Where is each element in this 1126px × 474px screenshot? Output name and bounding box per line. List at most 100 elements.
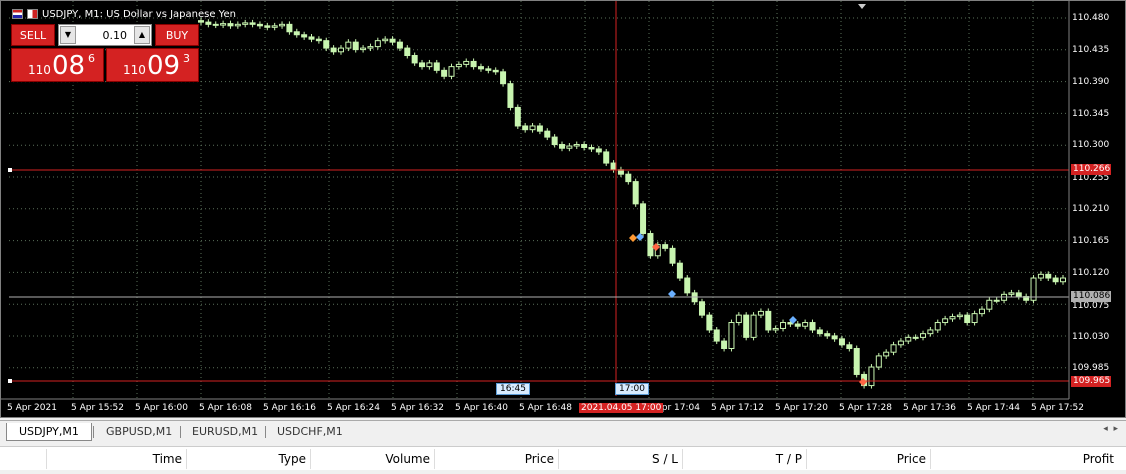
candle-body bbox=[242, 22, 249, 25]
time-axis-label: 5 Apr 16:16 bbox=[263, 403, 316, 413]
candle-body bbox=[875, 355, 882, 368]
candle-body bbox=[978, 308, 985, 315]
sell-price-button[interactable]: 110 08 6 bbox=[11, 48, 104, 82]
mt-terminal: USDJPY, M1: US Dollar vs Japanese Yen SE… bbox=[0, 0, 1126, 474]
column-divider bbox=[558, 449, 559, 469]
column-header-profit[interactable]: Profit bbox=[1083, 452, 1114, 466]
candle-body bbox=[212, 23, 219, 26]
candle-body bbox=[205, 21, 212, 25]
candle-body bbox=[374, 40, 381, 48]
candle-body bbox=[1060, 277, 1066, 283]
candle-body bbox=[323, 40, 330, 49]
candle-body bbox=[529, 125, 536, 131]
tab-gbpusd[interactable]: GBPUSD,M1 bbox=[94, 423, 184, 441]
column-divider bbox=[310, 449, 311, 469]
column-divider bbox=[434, 449, 435, 469]
time-axis-label: 5 Apr 16:40 bbox=[455, 403, 508, 413]
buy-price-fraction: 3 bbox=[183, 52, 190, 65]
candle-body bbox=[684, 277, 691, 294]
candle-body bbox=[780, 322, 787, 329]
candle-body bbox=[765, 310, 772, 331]
candle-body bbox=[588, 146, 595, 150]
column-header-tp[interactable]: T / P bbox=[776, 452, 802, 466]
candle-body bbox=[315, 38, 322, 42]
candle-body bbox=[838, 338, 845, 346]
candle-body bbox=[581, 144, 588, 148]
tab-scroll-arrows-icon[interactable]: ◂ ▸ bbox=[1103, 424, 1118, 434]
column-divider bbox=[806, 449, 807, 469]
candle-body bbox=[500, 71, 507, 85]
column-header-time[interactable]: Time bbox=[153, 452, 182, 466]
column-header-current-price[interactable]: Price bbox=[897, 452, 926, 466]
column-divider bbox=[46, 449, 47, 469]
lot-size-input[interactable] bbox=[79, 25, 131, 45]
candle-body bbox=[809, 322, 816, 331]
candle-body bbox=[971, 313, 978, 324]
candle-body bbox=[470, 60, 477, 68]
lot-size-stepper[interactable]: ▼ ▲ bbox=[58, 24, 152, 46]
candle-body bbox=[824, 333, 831, 337]
candle-body bbox=[573, 144, 580, 147]
candle-body bbox=[522, 125, 529, 131]
lot-decrease-icon[interactable]: ▼ bbox=[60, 26, 76, 44]
candle-body bbox=[441, 69, 448, 77]
chart-tabs: USDJPY,M1 GBPUSD,M1 EURUSD,M1 USDCHF,M1 … bbox=[0, 420, 1126, 442]
column-header-sl[interactable]: S / L bbox=[652, 452, 678, 466]
shift-marker-icon bbox=[858, 4, 866, 9]
buy-price-prefix: 110 bbox=[123, 63, 146, 77]
candle-body bbox=[279, 23, 286, 27]
candle-body bbox=[743, 314, 750, 338]
lot-increase-icon[interactable]: ▲ bbox=[134, 26, 150, 44]
candle-body bbox=[433, 62, 440, 71]
candle-body bbox=[905, 336, 912, 342]
candle-body bbox=[669, 247, 676, 264]
chart-title-text: USDJPY, M1: US Dollar vs Japanese Yen bbox=[42, 8, 236, 20]
tab-eurusd[interactable]: EURUSD,M1 bbox=[180, 423, 270, 441]
price-axis-label: 109.985 bbox=[1072, 363, 1110, 373]
candle-body bbox=[404, 47, 411, 57]
buy-price-button[interactable]: 110 09 3 bbox=[106, 48, 199, 82]
sell-price-prefix: 110 bbox=[28, 63, 51, 77]
candle-body bbox=[419, 62, 426, 68]
column-header-volume[interactable]: Volume bbox=[385, 452, 430, 466]
time-axis-label: 5 Apr 17:28 bbox=[839, 403, 892, 413]
candle-body bbox=[853, 347, 860, 375]
candle-body bbox=[1052, 277, 1059, 283]
candle-body bbox=[220, 23, 227, 26]
period-separator-tag: 17:00 bbox=[615, 383, 649, 395]
tab-usdjpy[interactable]: USDJPY,M1 bbox=[6, 423, 92, 441]
column-header-type[interactable]: Type bbox=[278, 452, 306, 466]
price-axis-label: 110.120 bbox=[1072, 268, 1110, 278]
tab-usdchf[interactable]: USDCHF,M1 bbox=[265, 423, 355, 441]
candle-body bbox=[632, 181, 639, 205]
candle-body bbox=[382, 38, 389, 42]
one-click-trading-panel: SELL ▼ ▲ BUY 110 08 6 110 09 3 bbox=[11, 24, 199, 82]
candle-body bbox=[676, 262, 683, 279]
candle-body bbox=[595, 148, 602, 153]
candle-body bbox=[927, 329, 934, 335]
candle-body bbox=[735, 314, 742, 324]
candle-body bbox=[883, 351, 890, 357]
candle-body bbox=[536, 125, 543, 132]
buy-price-pips: 09 bbox=[147, 51, 181, 81]
price-axis-label: 110.345 bbox=[1072, 109, 1110, 119]
candle-body bbox=[448, 66, 455, 77]
column-divider bbox=[930, 449, 931, 469]
candle-body bbox=[367, 46, 374, 49]
us-flag-icon bbox=[12, 9, 23, 19]
candle-body bbox=[271, 25, 278, 28]
time-axis-label: 5 Apr 17:20 bbox=[775, 403, 828, 413]
candle-body bbox=[794, 323, 801, 327]
candle-body bbox=[846, 344, 853, 349]
sell-button[interactable]: SELL bbox=[11, 24, 55, 46]
candle-body bbox=[603, 151, 610, 164]
column-header-price[interactable]: Price bbox=[525, 452, 554, 466]
price-chart[interactable]: USDJPY, M1: US Dollar vs Japanese Yen SE… bbox=[0, 0, 1126, 418]
buy-button[interactable]: BUY bbox=[155, 24, 199, 46]
price-axis-label: 110.210 bbox=[1072, 204, 1110, 214]
trade-table-header: Time Type Volume Price S / L T / P Price… bbox=[0, 446, 1126, 470]
candle-body bbox=[411, 55, 418, 64]
candle-body bbox=[551, 136, 558, 146]
period-separator-tag: 16:45 bbox=[496, 383, 530, 395]
candle-body bbox=[492, 69, 499, 73]
